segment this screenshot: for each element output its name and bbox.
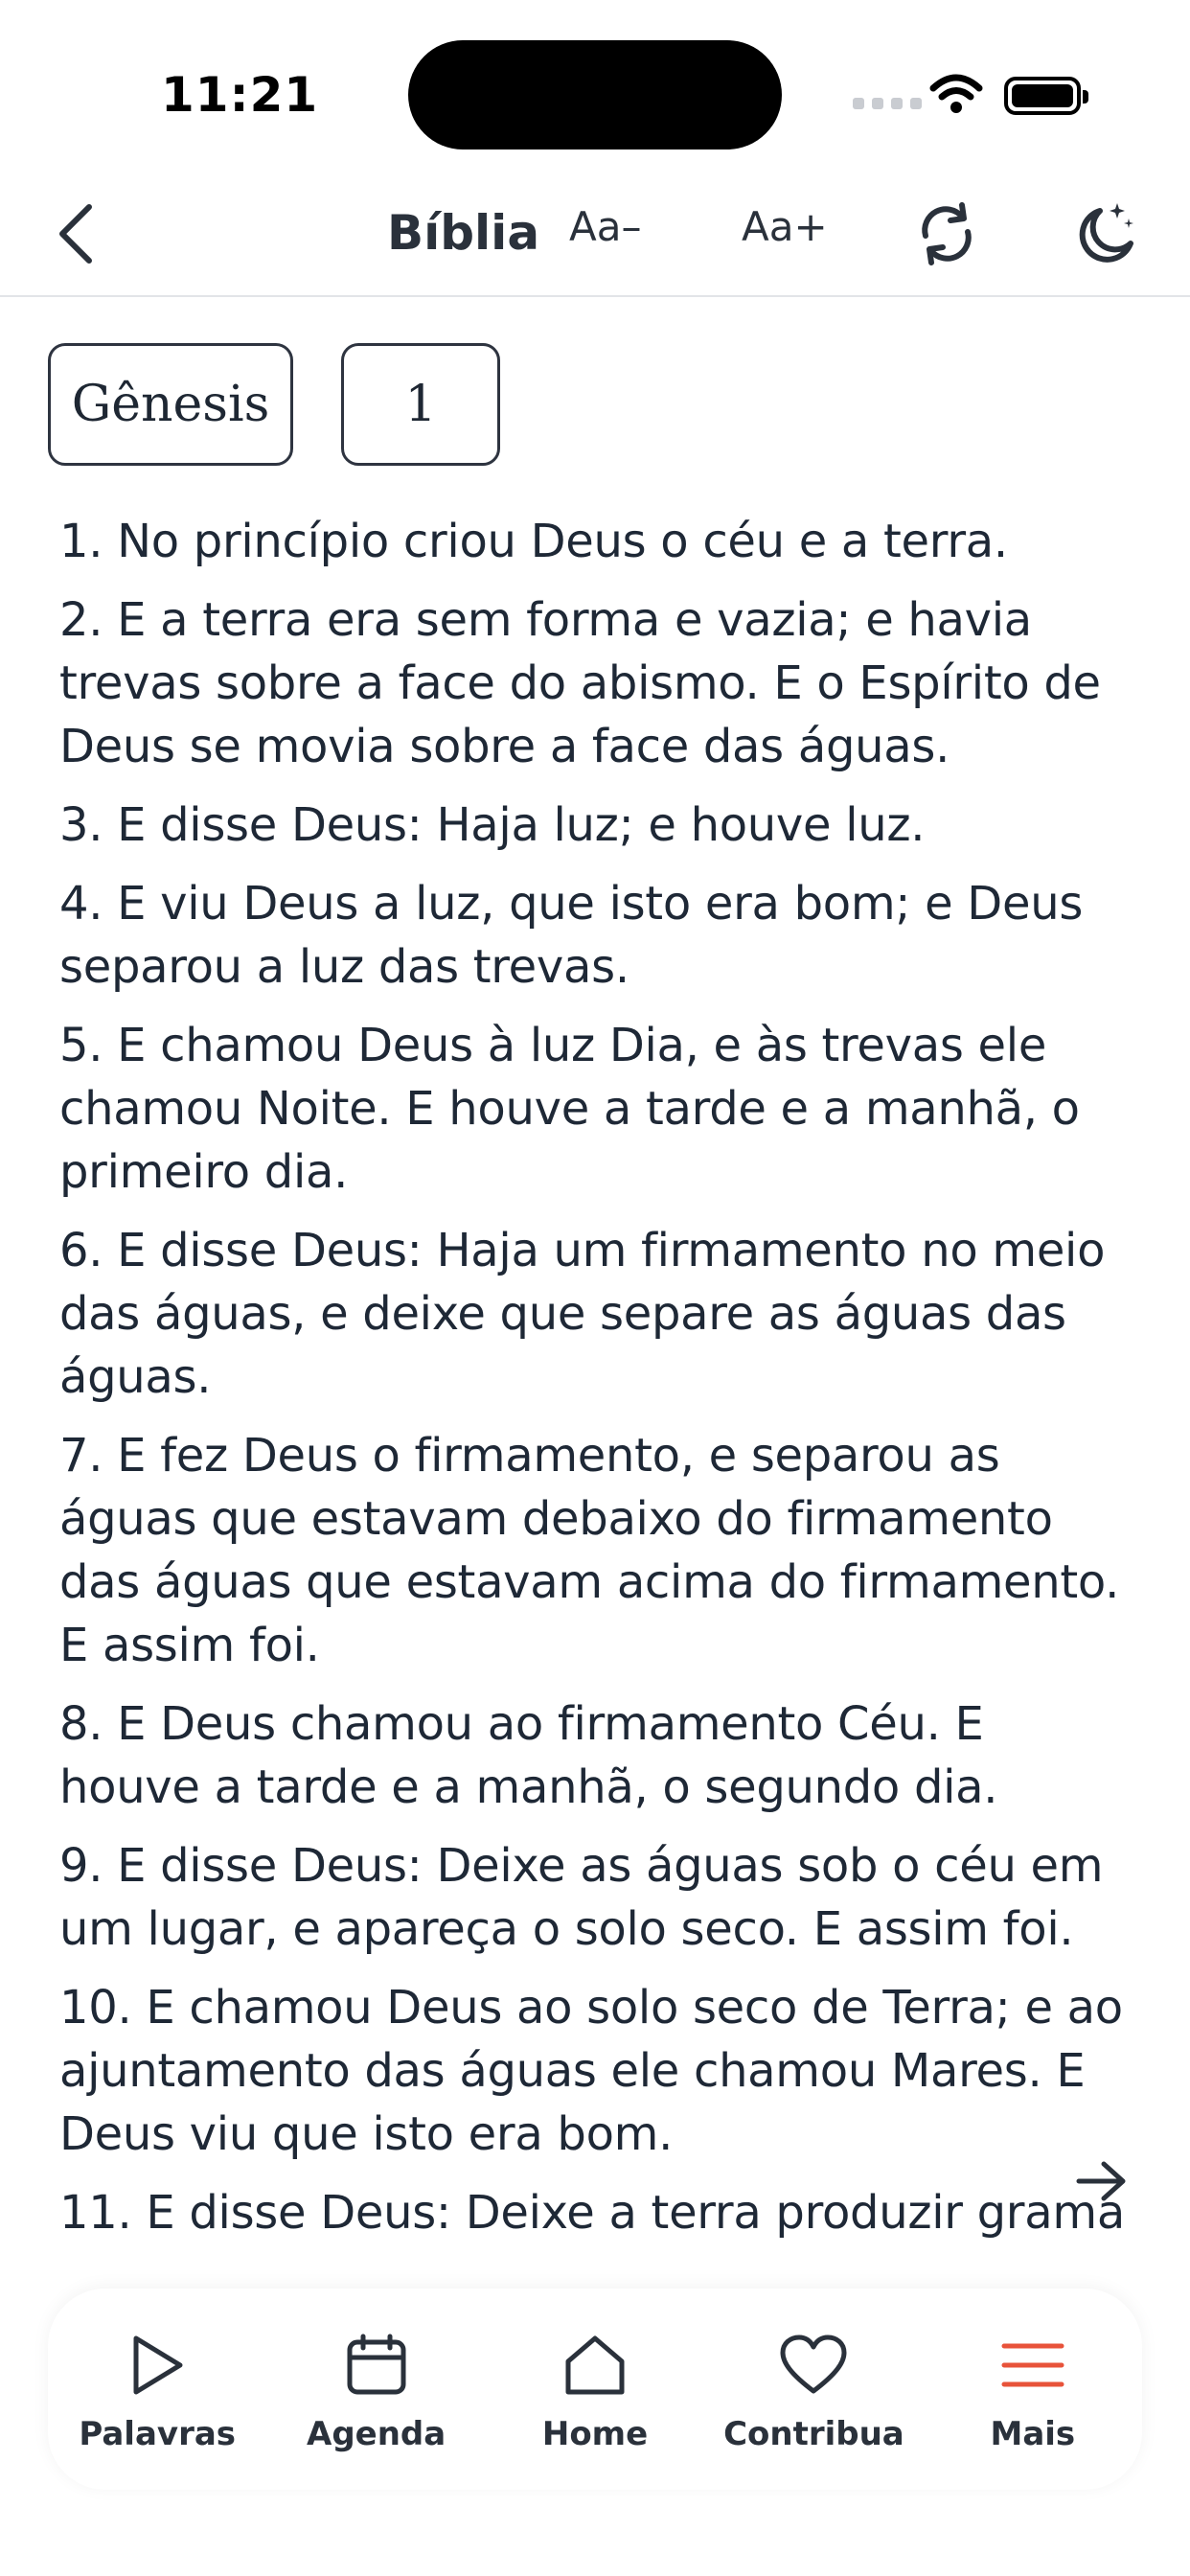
calendar-icon — [347, 2334, 406, 2395]
verse-4: 4. E viu Deus a luz, que isto era bom; e… — [59, 877, 1084, 994]
chevron-left-icon — [59, 204, 92, 264]
verse-6: 6. E disse Deus: Haja um firmamento no m… — [59, 1224, 1106, 1404]
menu-icon — [1001, 2343, 1064, 2387]
tab-palavras[interactable]: Palavras — [48, 2288, 266, 2490]
verse-list: 1. No princípio criou Deus o céu e a ter… — [59, 510, 1136, 2267]
dynamic-island — [408, 40, 782, 150]
back-button[interactable] — [42, 197, 109, 270]
verse-5: 5. E chamou Deus à luz Dia, e às trevas … — [59, 1019, 1080, 1199]
status-time: 11:21 — [161, 67, 319, 123]
refresh-button[interactable] — [908, 196, 985, 272]
tab-contribua[interactable]: Contribua — [704, 2288, 923, 2490]
cellular-signal-icon — [853, 98, 922, 109]
verse-10: 10. E chamou Deus ao solo seco de Terra;… — [59, 1981, 1123, 2161]
verse-7: 7. E fez Deus o firmamento, e separou as… — [59, 1429, 1120, 1672]
moon-stars-icon — [1079, 203, 1133, 263]
play-icon — [133, 2335, 183, 2395]
tab-agenda[interactable]: Agenda — [266, 2288, 485, 2490]
tab-mais[interactable]: Mais — [924, 2288, 1142, 2490]
home-icon — [565, 2335, 625, 2395]
battery-icon — [1004, 77, 1088, 115]
tab-mais-label: Mais — [990, 2415, 1076, 2453]
tab-home-label: Home — [541, 2415, 649, 2453]
verse-8: 8. E Deus chamou ao firmamento Céu. E ho… — [59, 1697, 998, 1814]
tab-contribua-label: Contribua — [723, 2415, 904, 2453]
dark-mode-button[interactable] — [1067, 196, 1144, 272]
chapter-selector[interactable]: 1 — [341, 343, 500, 466]
increase-font-button[interactable]: Aa+ — [742, 203, 828, 250]
book-selector[interactable]: Gênesis — [48, 343, 293, 466]
heart-icon — [780, 2334, 847, 2394]
status-bar: 11:21 — [0, 0, 1190, 172]
wifi-icon — [929, 74, 983, 113]
tab-home[interactable]: Home — [486, 2288, 704, 2490]
verse-9: 9. E disse Deus: Deixe as águas sob o cé… — [59, 1839, 1104, 1956]
verse-2: 2. E a terra era sem forma e vazia; e ha… — [59, 593, 1101, 773]
verse-3: 3. E disse Deus: Haja luz; e houve luz. — [59, 798, 926, 852]
decrease-font-button[interactable]: Aa– — [569, 203, 641, 250]
verse-11: 11. E disse Deus: Deixe a terra produzir… — [59, 2186, 1125, 2240]
tab-agenda-label: Agenda — [307, 2415, 446, 2453]
top-navigation-bar: Bíblia Aa– Aa+ — [0, 172, 1190, 297]
refresh-icon — [922, 202, 972, 265]
arrow-right-icon — [1076, 2161, 1126, 2201]
next-chapter-button[interactable] — [1071, 2150, 1133, 2212]
verse-1: 1. No princípio criou Deus o céu e a ter… — [59, 515, 1008, 568]
page-title: Bíblia — [387, 205, 540, 261]
tab-palavras-label: Palavras — [79, 2415, 237, 2453]
bottom-tab-bar: Palavras Agenda Home Contribua Mais — [48, 2288, 1142, 2490]
